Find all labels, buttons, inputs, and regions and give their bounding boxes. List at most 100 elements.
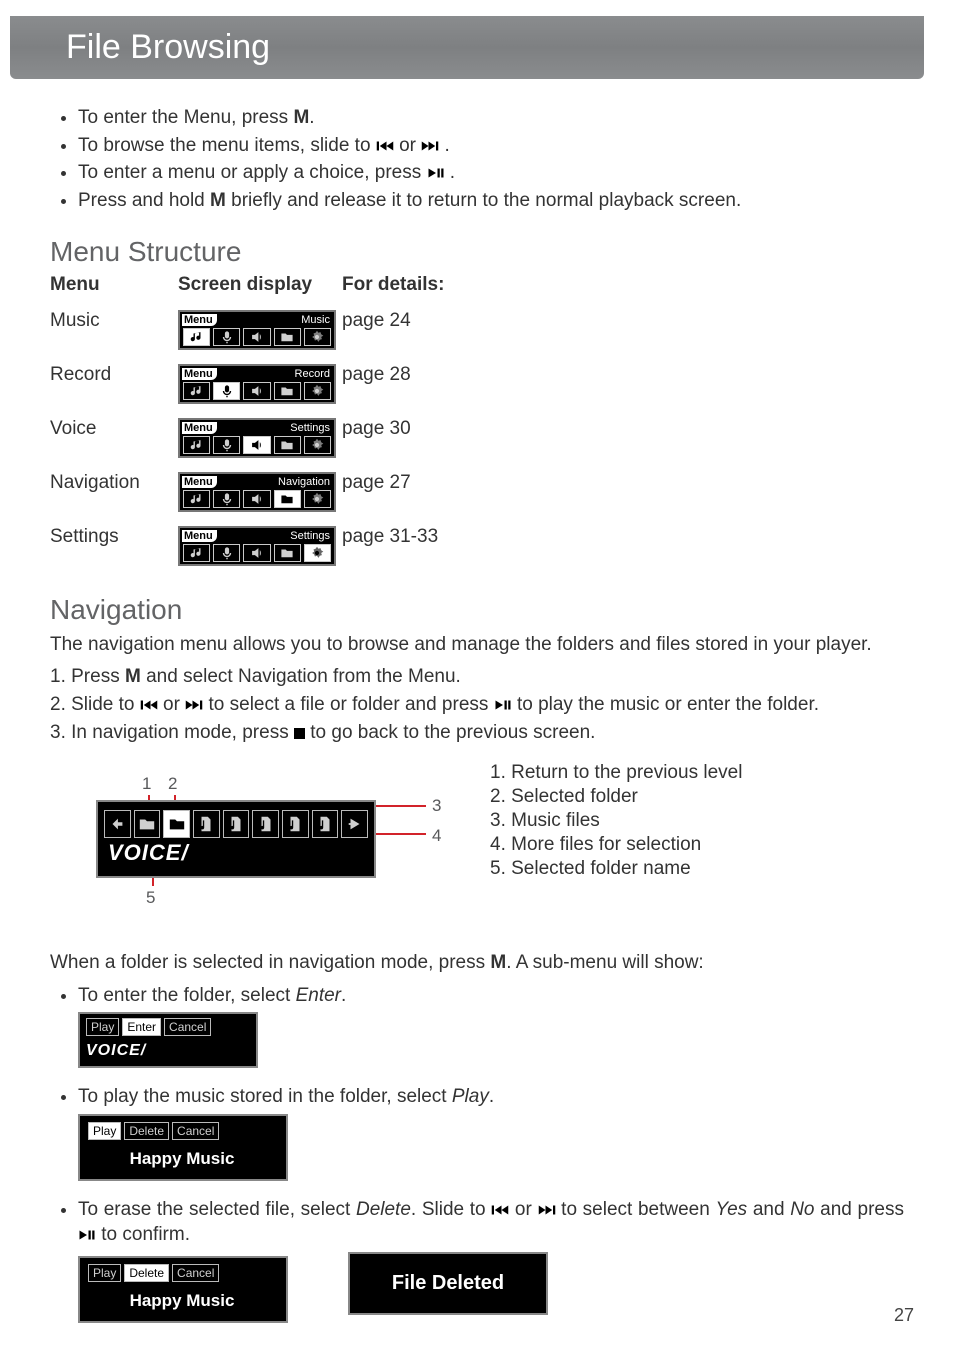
menu-lcd: MenuMusic (178, 310, 336, 350)
menu-mode-icon (304, 436, 331, 454)
menu-mode-icon (274, 544, 301, 562)
next-icon (421, 135, 439, 149)
legend-item: 2. Selected folder (490, 786, 742, 808)
menu-row-name: Navigation (50, 472, 178, 512)
lcd-option: Play (86, 1018, 119, 1036)
submenu-bullets: To enter the folder, select Enter.PlayEn… (78, 983, 904, 1338)
file-icon (223, 810, 250, 838)
table-header: Screen display (178, 274, 342, 296)
menu-mode-icon (274, 490, 301, 508)
menu-row-name: Settings (50, 526, 178, 566)
table-header: Menu (50, 274, 178, 296)
menu-mode-icon (183, 544, 210, 562)
navigation-folder-name: VOICE/ (108, 840, 189, 866)
play-pause-icon (78, 1224, 96, 1238)
navigation-legend: 1. Return to the previous level2. Select… (490, 760, 742, 882)
lcd-folder-name: VOICE/ (86, 1040, 250, 1062)
lcd-menu-tag: Menu (182, 530, 217, 542)
lcd-option: Cancel (164, 1018, 211, 1036)
page-title: File Browsing (66, 28, 904, 67)
lcd-title: Happy Music (88, 1144, 276, 1171)
legend-item: 5. Selected folder name (490, 858, 742, 880)
menu-mode-icon (274, 328, 301, 346)
menu-lcd: Menu Navigation (178, 472, 336, 512)
submenu-lcd: PlayEnterCancel VOICE/ (78, 1012, 258, 1068)
play-pause-icon (427, 162, 445, 176)
back-icon (104, 810, 131, 838)
previous-icon (140, 694, 158, 708)
menu-row-name: Voice (50, 418, 178, 458)
intro-bullet: To enter the Menu, press M. (78, 105, 904, 131)
previous-icon (491, 1199, 509, 1213)
previous-icon (376, 135, 394, 149)
nav-step: 1. Press M and select Navigation from th… (50, 664, 904, 690)
callout-3: 3 (432, 796, 441, 816)
navigation-lcd: VOICE/ (96, 800, 376, 878)
file-deleted-box: File Deleted (348, 1252, 548, 1315)
menu-mode-icon (243, 328, 270, 346)
menu-page-ref: page 31-33 (342, 526, 522, 566)
file-icon (193, 810, 220, 838)
menu-mode-icon (304, 490, 331, 508)
legend-item: 1. Return to the previous level (490, 762, 742, 784)
menu-mode-icon (304, 328, 331, 346)
submenu-bullet: To erase the selected file, select Delet… (78, 1197, 904, 1337)
intro-bullet: To enter a menu or apply a choice, press… (78, 160, 904, 186)
submenu-bullet: To play the music stored in the folder, … (78, 1084, 904, 1195)
callout-1: 1 (142, 774, 151, 794)
page-header: File Browsing (10, 16, 924, 79)
submenu-intro: When a folder is selected in navigation … (50, 950, 904, 976)
menu-mode-icon (213, 436, 240, 454)
callout-2: 2 (168, 774, 177, 794)
menu-lcd: MenuRecord (178, 364, 336, 404)
menu-mode-icon (304, 544, 331, 562)
file-icon (282, 810, 309, 838)
legend-item: 3. Music files (490, 810, 742, 832)
menu-mode-icon (213, 382, 240, 400)
menu-page-ref: page 27 (342, 472, 522, 512)
more-right-icon (341, 810, 368, 838)
next-icon (538, 1199, 556, 1213)
menu-lcd: MenuSettings (178, 526, 336, 566)
intro-bullets: To enter the Menu, press M.To browse the… (78, 105, 904, 214)
lcd-screen-name: Music (301, 314, 332, 326)
folder-icon (134, 810, 161, 838)
file-icon (252, 810, 279, 838)
menu-mode-icon (183, 436, 210, 454)
submenu-lcd: PlayDeleteCancelHappy Music (78, 1256, 288, 1323)
menu-mode-icon (183, 490, 210, 508)
menu-mode-icon (243, 436, 270, 454)
menu-mode-icon (213, 490, 240, 508)
file-icon (312, 810, 339, 838)
menu-page-ref: page 30 (342, 418, 522, 458)
lcd-option: Cancel (172, 1264, 219, 1282)
lcd-option: Play (88, 1122, 121, 1140)
lcd-screen-name: Navigation (278, 476, 332, 488)
submenu-bullet: To enter the folder, select Enter.PlayEn… (78, 983, 904, 1082)
menu-mode-icon (243, 382, 270, 400)
navigation-figure-row: 1 2 3 4 5 VOICE/ 1. Return to the previo… (96, 760, 904, 910)
menu-mode-icon (274, 382, 301, 400)
menu-mode-icon (213, 328, 240, 346)
play-pause-icon (494, 694, 512, 708)
navigation-steps: 1. Press M and select Navigation from th… (50, 664, 904, 747)
stop-icon (294, 728, 305, 739)
lcd-option: Delete (124, 1122, 169, 1140)
table-header: For details: (342, 274, 522, 296)
menu-row-name: Music (50, 310, 178, 350)
menu-structure-table: MenuScreen displayFor details:MusicMenuM… (50, 274, 904, 566)
lcd-menu-tag: Menu (182, 476, 217, 488)
lcd-option: Enter (122, 1018, 161, 1036)
nav-step: 2. Slide to or to select a file or folde… (50, 692, 904, 718)
lcd-screen-name: Settings (290, 422, 332, 434)
navigation-figure: 1 2 3 4 5 VOICE/ (96, 760, 446, 910)
lcd-option: Delete (124, 1264, 169, 1282)
page-number: 27 (894, 1305, 914, 1326)
intro-bullet: Press and hold M briefly and release it … (78, 188, 904, 214)
nav-step: 3. In navigation mode, press to go back … (50, 720, 904, 746)
legend-item: 4. More files for selection (490, 834, 742, 856)
lcd-menu-tag: Menu (182, 368, 217, 380)
menu-mode-icon (183, 328, 210, 346)
menu-page-ref: page 28 (342, 364, 522, 404)
page-content: To enter the Menu, press M.To browse the… (0, 105, 954, 1337)
